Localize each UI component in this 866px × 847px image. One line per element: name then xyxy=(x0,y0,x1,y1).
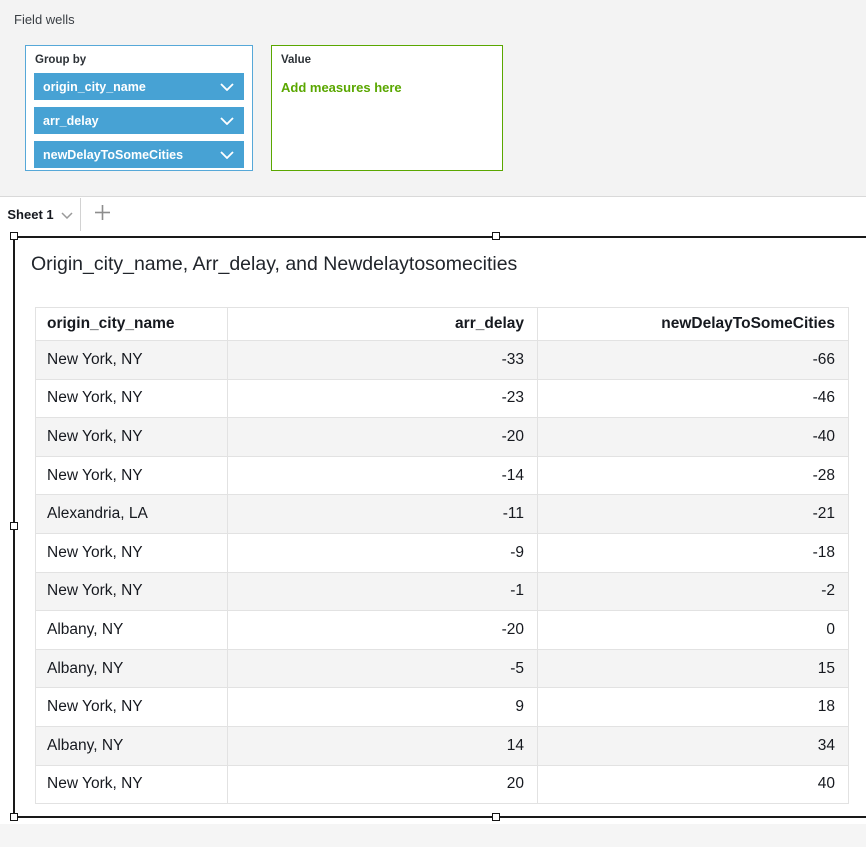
table-cell[interactable]: New York, NY xyxy=(36,765,228,804)
table-cell[interactable]: New York, NY xyxy=(36,379,228,418)
table-cell[interactable]: -11 xyxy=(228,495,538,534)
table-cell[interactable]: 14 xyxy=(228,726,538,765)
table-row[interactable]: New York, NY-33-66 xyxy=(36,341,849,380)
column-header-origin-city-name[interactable]: origin_city_name xyxy=(36,308,228,341)
value-well[interactable]: Value Add measures here xyxy=(271,45,503,171)
table-cell[interactable]: -21 xyxy=(538,495,849,534)
field-pill-label: origin_city_name xyxy=(43,80,146,94)
chevron-down-icon[interactable] xyxy=(220,151,234,159)
table-visual[interactable]: Origin_city_name, Arr_delay, and Newdela… xyxy=(13,236,866,818)
add-sheet-button[interactable] xyxy=(81,198,123,231)
chevron-down-icon[interactable] xyxy=(220,83,234,91)
table-cell[interactable]: -14 xyxy=(228,456,538,495)
table-row[interactable]: New York, NY-14-28 xyxy=(36,456,849,495)
table-cell[interactable]: -23 xyxy=(228,379,538,418)
table-cell[interactable]: 0 xyxy=(538,611,849,650)
sheet-tab-label: Sheet 1 xyxy=(7,207,53,222)
field-pill-label: arr_delay xyxy=(43,114,99,128)
table-cell[interactable]: -20 xyxy=(228,611,538,650)
table-cell[interactable]: -5 xyxy=(228,649,538,688)
table-cell[interactable]: New York, NY xyxy=(36,456,228,495)
table-cell[interactable]: -33 xyxy=(228,341,538,380)
table-cell[interactable]: 9 xyxy=(228,688,538,727)
table-row[interactable]: New York, NY-23-46 xyxy=(36,379,849,418)
sheet-tab-bar: Sheet 1 xyxy=(0,198,866,231)
table-visual-body: origin_city_name arr_delay newDelayToSom… xyxy=(35,307,849,804)
table-cell[interactable]: Alexandria, LA xyxy=(36,495,228,534)
plus-icon xyxy=(94,204,111,226)
table-row[interactable]: New York, NY-1-2 xyxy=(36,572,849,611)
table-row[interactable]: New York, NY-9-18 xyxy=(36,533,849,572)
table-cell[interactable]: -20 xyxy=(228,418,538,457)
table-cell[interactable]: 20 xyxy=(228,765,538,804)
tab-sheet-1[interactable]: Sheet 1 xyxy=(0,198,81,231)
table-cell[interactable]: New York, NY xyxy=(36,533,228,572)
table-body: New York, NY-33-66New York, NY-23-46New … xyxy=(36,341,849,804)
column-header-arr-delay[interactable]: arr_delay xyxy=(228,308,538,341)
resize-handle-bottom-left[interactable] xyxy=(10,813,18,821)
table-cell[interactable]: New York, NY xyxy=(36,341,228,380)
table-header-row: origin_city_name arr_delay newDelayToSom… xyxy=(36,308,849,341)
table-row[interactable]: Alexandria, LA-11-21 xyxy=(36,495,849,534)
table-cell[interactable]: Albany, NY xyxy=(36,611,228,650)
table-row[interactable]: Albany, NY-200 xyxy=(36,611,849,650)
table-cell[interactable]: -46 xyxy=(538,379,849,418)
group-by-label: Group by xyxy=(26,46,252,66)
field-pill-origin-city-name[interactable]: origin_city_name xyxy=(34,73,244,100)
table-cell[interactable]: -2 xyxy=(538,572,849,611)
table-cell[interactable]: -28 xyxy=(538,456,849,495)
resize-handle-top-left[interactable] xyxy=(10,232,18,240)
table-cell[interactable]: 15 xyxy=(538,649,849,688)
chevron-down-icon[interactable] xyxy=(220,117,234,125)
table-cell[interactable]: -1 xyxy=(228,572,538,611)
resize-handle-top-center[interactable] xyxy=(492,232,500,240)
visual-title[interactable]: Origin_city_name, Arr_delay, and Newdela… xyxy=(31,253,517,276)
column-header-new-delay-to-some-cities[interactable]: newDelayToSomeCities xyxy=(538,308,849,341)
resize-handle-bottom-center[interactable] xyxy=(492,813,500,821)
table-row[interactable]: Albany, NY1434 xyxy=(36,726,849,765)
table-cell[interactable]: New York, NY xyxy=(36,688,228,727)
value-label: Value xyxy=(272,46,502,66)
group-by-well[interactable]: Group by origin_city_name arr_delay newD… xyxy=(25,45,253,171)
data-table: origin_city_name arr_delay newDelayToSom… xyxy=(35,307,849,804)
table-cell[interactable]: -40 xyxy=(538,418,849,457)
field-pill-new-delay-to-some-cities[interactable]: newDelayToSomeCities xyxy=(34,141,244,168)
table-row[interactable]: New York, NY2040 xyxy=(36,765,849,804)
table-cell[interactable]: 40 xyxy=(538,765,849,804)
table-cell[interactable]: 18 xyxy=(538,688,849,727)
table-cell[interactable]: Albany, NY xyxy=(36,726,228,765)
add-measures-hint: Add measures here xyxy=(281,80,502,95)
table-cell[interactable]: 34 xyxy=(538,726,849,765)
canvas-bottom-strip xyxy=(0,824,866,847)
table-cell[interactable]: Albany, NY xyxy=(36,649,228,688)
table-cell[interactable]: -9 xyxy=(228,533,538,572)
table-cell[interactable]: New York, NY xyxy=(36,418,228,457)
table-row[interactable]: New York, NY918 xyxy=(36,688,849,727)
table-row[interactable]: Albany, NY-515 xyxy=(36,649,849,688)
table-row[interactable]: New York, NY-20-40 xyxy=(36,418,849,457)
resize-handle-middle-left[interactable] xyxy=(10,522,18,530)
field-wells-title: Field wells xyxy=(14,12,75,27)
field-pill-arr-delay[interactable]: arr_delay xyxy=(34,107,244,134)
chevron-down-icon[interactable] xyxy=(61,206,73,224)
field-pill-label: newDelayToSomeCities xyxy=(43,148,183,162)
table-cell[interactable]: -18 xyxy=(538,533,849,572)
table-cell[interactable]: -66 xyxy=(538,341,849,380)
field-wells-panel: Field wells Group by origin_city_name ar… xyxy=(0,0,866,197)
table-cell[interactable]: New York, NY xyxy=(36,572,228,611)
